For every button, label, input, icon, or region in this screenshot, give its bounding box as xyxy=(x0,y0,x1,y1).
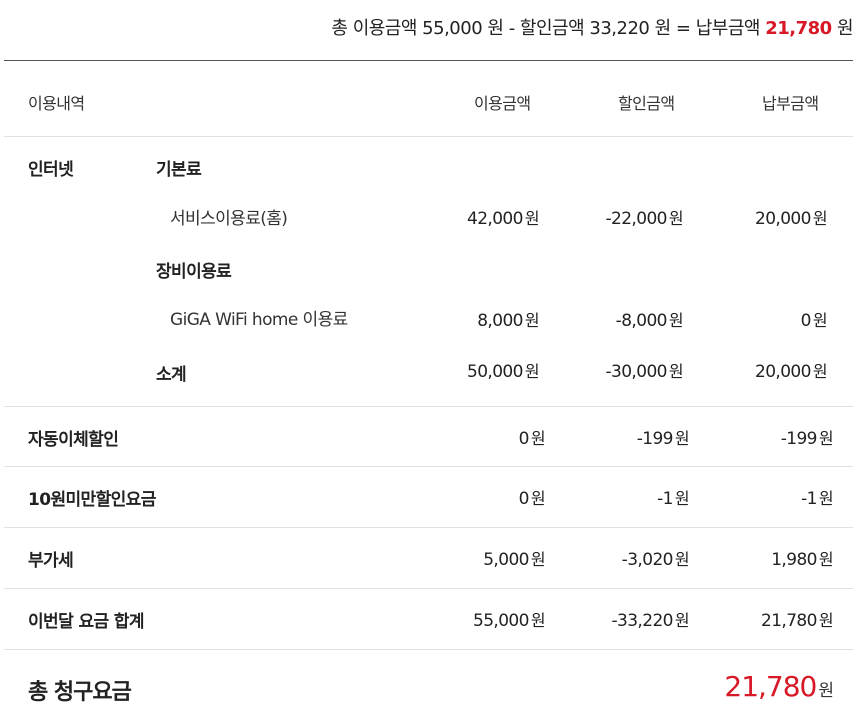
row-vat-discount: -3,020 원 xyxy=(621,550,690,570)
summary-pay-amount: 21,780 xyxy=(765,18,832,39)
base-fee-label: 기본료 xyxy=(156,160,202,180)
row-under10-discount: -1 원 xyxy=(657,489,689,509)
header-divider xyxy=(4,136,853,137)
row-under10-usage: 0원 xyxy=(518,489,546,509)
header-pay: 납부금액 xyxy=(762,94,819,113)
giga-wifi-pay: 0원 xyxy=(800,311,828,331)
internet-divider xyxy=(4,406,853,407)
equipment-fee-label: 장비이용료 xyxy=(156,262,232,282)
summary-pay-label: 납부금액 xyxy=(695,18,761,39)
row-divider xyxy=(4,649,853,650)
subtotal-pay: 20,000 원 xyxy=(754,362,828,382)
row-autopay-pay: -199 원 xyxy=(780,429,834,449)
row-divider xyxy=(4,527,853,528)
giga-wifi-discount: -8,000 원 xyxy=(615,311,684,331)
header-item: 이용내역 xyxy=(28,94,85,113)
top-divider xyxy=(4,60,853,61)
row-month-total-discount: -33,220 원 xyxy=(611,611,689,631)
row-label-autopay: 자동이체할인 xyxy=(28,430,119,450)
summary-equals: = xyxy=(675,18,691,39)
summary-discount-amount: 33,220 xyxy=(589,18,650,39)
row-label-under10: 10원미만할인요금 xyxy=(28,490,156,510)
row-vat-pay: 1,980 원 xyxy=(771,550,833,570)
header-usage: 이용금액 xyxy=(474,94,531,113)
row-autopay-discount: -199 원 xyxy=(636,429,690,449)
subtotal-label: 소계 xyxy=(156,365,187,385)
service-fee-discount: -22,000 원 xyxy=(605,209,683,229)
subtotal-usage: 50,000 원 xyxy=(466,362,540,382)
total-bill-label: 총 청구요금 xyxy=(28,680,132,705)
summary-usage-label: 총 이용금액 xyxy=(331,18,417,39)
summary-usage-amount: 55,000 xyxy=(422,18,483,39)
service-fee-pay: 20,000 원 xyxy=(754,209,828,229)
row-autopay-usage: 0원 xyxy=(518,429,546,449)
header-discount: 할인금액 xyxy=(618,94,675,113)
service-fee-usage: 42,000 원 xyxy=(466,209,540,229)
row-month-total-usage: 55,000 원 xyxy=(472,611,546,631)
giga-wifi-label: GiGA WiFi home 이용료 xyxy=(170,310,348,330)
category-internet: 인터넷 xyxy=(28,160,74,180)
row-divider xyxy=(4,588,853,589)
total-bill-amount: 21,780 원 xyxy=(724,670,834,703)
row-label-vat: 부가세 xyxy=(28,551,74,571)
row-month-total-pay: 21,780 원 xyxy=(760,611,834,631)
row-divider xyxy=(4,466,853,467)
subtotal-discount: -30,000 원 xyxy=(605,362,683,382)
summary-minus: - xyxy=(508,18,516,39)
summary-won: 원 xyxy=(654,18,672,39)
summary-won: 원 xyxy=(487,18,504,39)
giga-wifi-usage: 8,000 원 xyxy=(477,311,539,331)
summary-won: 원 xyxy=(836,18,854,39)
row-under10-pay: -1 원 xyxy=(801,489,833,509)
service-fee-label: 서비스이용료(홈) xyxy=(170,209,288,229)
bill-summary: 총 이용금액 55,000 원 - 할인금액 33,220 원 = 납부금액 2… xyxy=(331,14,853,40)
row-label-month-total: 이번달 요금 합계 xyxy=(28,612,145,632)
row-vat-usage: 5,000 원 xyxy=(483,550,545,570)
summary-discount-label: 할인금액 xyxy=(519,18,585,39)
